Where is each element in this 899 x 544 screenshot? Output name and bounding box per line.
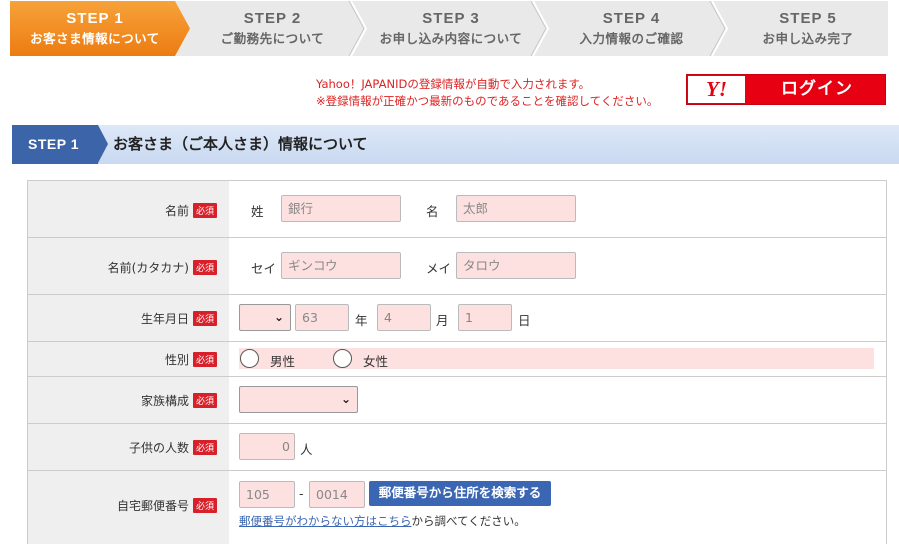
yahoo-autofill-note: Yahoo！JAPANIDの登録情報が自動で入力されます。 ※登録情報が正確かつ…	[316, 76, 658, 110]
required-badge: 必須	[192, 393, 217, 408]
field-label: 名前 必須	[165, 202, 217, 219]
first-name-kana-label: メイ	[426, 261, 452, 276]
step-number: STEP 3	[422, 10, 480, 27]
kana-label: 名前(カタカナ)	[107, 261, 189, 275]
row-name: 名前 必須 姓 銀行 名 太郎	[27, 181, 887, 238]
step-progress-bar: STEP 1 お客さま情報について STEP 2 ご勤務先について STEP 3…	[10, 1, 888, 56]
gender-female-radio[interactable]	[333, 349, 352, 368]
required-badge: 必須	[192, 440, 217, 455]
required-badge: 必須	[192, 311, 217, 326]
birth-day-input[interactable]: 1	[458, 304, 512, 331]
chevron-down-icon: ⌄	[273, 310, 284, 324]
row-family: 家族構成 必須 ⌄	[27, 377, 887, 424]
last-name-label: 姓	[251, 204, 264, 219]
children-label: 子供の人数	[128, 441, 189, 455]
children-count-input[interactable]: 0	[239, 433, 295, 460]
required-badge: 必須	[192, 203, 217, 218]
section-step-tag: STEP 1	[12, 125, 108, 164]
yahoo-note-line1: Yahoo！JAPANIDの登録情報が自動で入力されます。	[316, 77, 591, 91]
first-name-label: 名	[426, 204, 439, 219]
required-badge: 必須	[192, 498, 217, 513]
children-unit-label: 人	[300, 442, 313, 457]
row-zip: 自宅郵便番号 必須 105 - 0014 郵便番号から住所を検索する 郵便番号がわ…	[27, 471, 887, 544]
row-label-cell: 名前 必須	[28, 181, 229, 237]
family-select[interactable]: ⌄	[239, 386, 358, 413]
yahoo-logo-icon: Y!	[688, 76, 745, 103]
section-title: お客さま（ご本人さま）情報について	[113, 135, 368, 153]
step-number: STEP 1	[66, 10, 124, 27]
step-label: 入力情報のご確認	[579, 31, 684, 46]
required-badge: 必須	[192, 260, 217, 275]
customer-info-form: 名前 必須 姓 銀行 名 太郎 名前(カタカナ) 必須 セイ ギンコウ メイ タロウ…	[27, 180, 887, 544]
field-label: 生年月日 必須	[141, 310, 217, 327]
row-birth-date: 生年月日 必須 ⌄ 63 年 4 月 1 日	[27, 295, 887, 342]
field-label: 子供の人数 必須	[129, 439, 217, 456]
yahoo-login-label: ログイン	[781, 79, 853, 99]
row-gender: 性別 必須 男性 女性	[27, 342, 887, 377]
step-3: STEP 3 お申し込み内容について	[366, 1, 536, 56]
zip-label: 自宅郵便番号	[116, 499, 189, 513]
day-unit-label: 日	[518, 313, 531, 328]
row-label-cell: 自宅郵便番号 必須	[28, 471, 229, 544]
birth-era-select[interactable]: ⌄	[239, 304, 291, 331]
step-number: STEP 4	[602, 10, 661, 27]
required-badge: 必須	[192, 352, 217, 367]
row-label-cell: 家族構成 必須	[28, 377, 229, 423]
field-label: 家族構成 必須	[141, 392, 217, 409]
gender-female-label[interactable]: 女性	[363, 351, 388, 370]
row-label-cell: 性別 必須	[28, 342, 229, 376]
zip-help-suffix: から調べてください。	[411, 514, 526, 528]
section-header: STEP 1 お客さま（ご本人さま）情報について	[12, 125, 899, 164]
birth-month-input[interactable]: 4	[377, 304, 431, 331]
zip-search-button[interactable]: 郵便番号から住所を検索する	[369, 481, 551, 506]
zip-help-text: 郵便番号がわからない方はこちらから調べてください。	[239, 513, 526, 529]
zip-help-link[interactable]: 郵便番号がわからない方はこちら	[239, 514, 412, 528]
step-label: お客さま情報について	[30, 31, 160, 46]
first-name-kana-input[interactable]: タロウ	[456, 252, 576, 279]
step-number: STEP 5	[779, 10, 837, 27]
field-label: 自宅郵便番号 必須	[117, 497, 217, 514]
row-label-cell: 子供の人数 必須	[28, 424, 229, 470]
step-5: STEP 5 お申し込み完了	[728, 1, 888, 56]
gender-male-label[interactable]: 男性	[270, 351, 295, 370]
step-1: STEP 1 お客さま情報について	[10, 1, 180, 56]
yahoo-note-line2: ※登録情報が正確かつ最新のものであることを確認してください。	[316, 94, 659, 108]
family-label: 家族構成	[140, 394, 189, 408]
month-unit-label: 月	[436, 313, 449, 328]
zip-part2-input[interactable]: 0014	[309, 481, 365, 508]
step-label: お申し込み完了	[762, 31, 854, 46]
step-label: お申し込み内容について	[379, 31, 523, 46]
birth-label: 生年月日	[140, 312, 189, 326]
row-label-cell: 名前(カタカナ) 必須	[28, 238, 229, 294]
step-number: STEP 2	[243, 10, 302, 27]
year-unit-label: 年	[355, 313, 368, 328]
first-name-input[interactable]: 太郎	[456, 195, 576, 222]
name-label: 名前	[164, 204, 189, 218]
gender-label: 性別	[164, 353, 189, 367]
step-2: STEP 2 ご勤務先について	[190, 1, 355, 56]
yahoo-login-button[interactable]: Y! ログイン	[686, 74, 886, 105]
last-name-kana-input[interactable]: ギンコウ	[281, 252, 401, 279]
zip-part1-input[interactable]: 105	[239, 481, 295, 508]
step-4: STEP 4 入力情報のご確認	[550, 1, 713, 56]
field-label: 性別 必須	[165, 351, 217, 368]
step-label: ご勤務先について	[220, 31, 325, 46]
last-name-input[interactable]: 銀行	[281, 195, 401, 222]
birth-year-input[interactable]: 63	[295, 304, 349, 331]
zip-separator: -	[299, 486, 304, 501]
field-label: 名前(カタカナ) 必須	[108, 259, 217, 276]
row-label-cell: 生年月日 必須	[28, 295, 229, 341]
last-name-kana-label: セイ	[251, 261, 277, 276]
row-name-kana: 名前(カタカナ) 必須 セイ ギンコウ メイ タロウ	[27, 238, 887, 295]
chevron-down-icon: ⌄	[340, 392, 351, 406]
row-children: 子供の人数 必須 0 人	[27, 424, 887, 471]
gender-male-radio[interactable]	[240, 349, 259, 368]
